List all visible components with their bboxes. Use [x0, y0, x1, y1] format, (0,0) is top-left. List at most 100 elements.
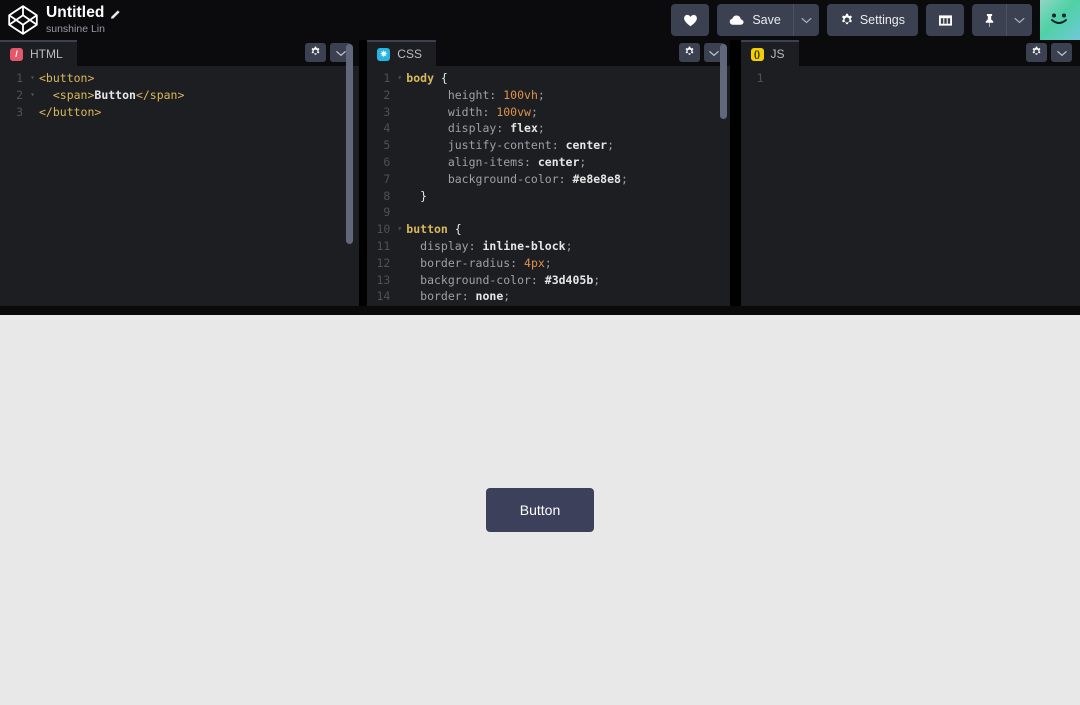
code-text: height: 100vh;: [406, 87, 545, 102]
code-text: background-color: #3d405b;: [406, 272, 601, 287]
pin-button[interactable]: [972, 4, 1006, 36]
line-number: 2: [383, 87, 391, 102]
code-line: 2 height: 100vh;: [367, 87, 732, 104]
page-title[interactable]: Untitled: [46, 5, 105, 22]
line-number: 5: [383, 138, 391, 153]
code-area-html[interactable]: 1 ▾ <button> 2 ▾ <span>Button</span> 3 </butto…: [0, 66, 359, 306]
pen-brand: Untitled sunshine Lin: [0, 3, 121, 37]
line-number: 3: [383, 104, 391, 119]
layout-grid-icon: [938, 14, 953, 27]
settings-label: Settings: [859, 13, 905, 27]
cloud-icon: [729, 14, 746, 26]
editor-row: / HTML 1 ▾ <button> 2 ▾ <span>Button</sp…: [0, 40, 1080, 306]
code-line: 12 border-radius: 4px;: [367, 255, 732, 272]
pane-actions-html: [305, 43, 352, 62]
settings-button[interactable]: Settings: [826, 4, 918, 36]
js-settings-button[interactable]: [1026, 43, 1047, 62]
html-icon: /: [10, 47, 23, 61]
save-button[interactable]: Save: [717, 4, 793, 36]
code-line: 5 justify-content: center;: [367, 137, 732, 154]
preview-iframe: Button: [0, 315, 1080, 705]
chevron-down-icon: [1014, 17, 1025, 24]
line-number: 13: [376, 272, 391, 287]
pin-dropdown-button[interactable]: [1006, 4, 1032, 36]
line-number: 1: [16, 71, 23, 85]
line-number: 8: [383, 188, 391, 203]
code-text: justify-content: center;: [406, 138, 615, 153]
avatar-face-icon: [1049, 12, 1071, 33]
fold-toggle-icon: [395, 204, 404, 221]
tab-js[interactable]: () JS: [740, 40, 799, 66]
html-scrollbar-thumb[interactable]: [346, 44, 354, 244]
code-area-css[interactable]: 1 ▾ body {2 height: 100vh; 3 width: 100vw; 4…: [367, 66, 732, 306]
code-area-js[interactable]: 1: [741, 66, 1080, 306]
pane-actions-js: [1026, 43, 1072, 62]
fold-toggle-icon: [395, 154, 404, 171]
save-dropdown-button[interactable]: [792, 4, 819, 36]
preview-button[interactable]: Button: [485, 488, 595, 532]
gear-icon: [840, 13, 854, 27]
fold-toggle-icon[interactable]: ▾: [28, 87, 37, 104]
fold-toggle-icon: [395, 238, 404, 255]
pencil-icon[interactable]: [110, 8, 121, 19]
fold-toggle-icon[interactable]: ▾: [395, 221, 404, 238]
code-line: 2 ▾ <span>Button</span>: [0, 87, 359, 104]
code-text: border-radius: 4px;: [406, 255, 552, 270]
fold-toggle-icon: [395, 255, 404, 272]
code-text: border: none;: [406, 289, 511, 304]
fold-toggle-icon: [395, 137, 404, 154]
editor-pane-html: / HTML 1 ▾ <button> 2 ▾ <span>Button</sp…: [0, 40, 360, 306]
line-number: 11: [376, 238, 391, 253]
chevron-down-icon: [801, 17, 812, 24]
css-scrollbar-thumb[interactable]: [719, 44, 727, 119]
line-number: 9: [383, 205, 391, 220]
pen-author[interactable]: sunshine Lin: [46, 23, 121, 35]
code-line: 1 ▾ <button>: [0, 70, 359, 87]
js-collapse-button[interactable]: [1051, 43, 1072, 62]
save-label: Save: [752, 13, 781, 27]
line-number: 7: [383, 171, 391, 186]
pin-button-group: [972, 4, 1032, 36]
fold-toggle-icon[interactable]: ▾: [395, 70, 404, 87]
code-line: 4 display: flex;: [367, 120, 732, 137]
fold-toggle-icon[interactable]: ▾: [28, 70, 37, 87]
chevron-down-icon: [336, 45, 346, 60]
code-line: 1 ▾ body {: [367, 70, 732, 87]
code-line: 1: [741, 70, 1080, 87]
line-number: 10: [376, 222, 391, 237]
code-text: display: flex;: [406, 121, 545, 136]
fold-toggle-icon: [395, 288, 404, 305]
code-text: body {: [406, 71, 448, 85]
code-line: 3 </button>: [0, 104, 359, 121]
love-button[interactable]: [671, 4, 710, 36]
avatar[interactable]: [1040, 0, 1080, 40]
code-line: 14 border: none;: [367, 288, 732, 305]
pane-header-css: ✷ CSS: [367, 40, 733, 66]
html-settings-button[interactable]: [305, 43, 327, 62]
code-line: 6 align-items: center;: [367, 154, 732, 171]
codepen-logo-icon[interactable]: [6, 3, 40, 37]
layout-button[interactable]: [926, 4, 964, 36]
code-line: 11 display: inline-block;: [367, 238, 732, 255]
css-icon: ✷: [377, 47, 391, 61]
tab-css[interactable]: ✷ CSS: [367, 40, 436, 66]
code-text: display: inline-block;: [406, 238, 573, 253]
heart-icon: [683, 13, 698, 28]
code-line: 9: [367, 204, 732, 221]
tab-html[interactable]: / HTML: [0, 40, 77, 66]
editor-pane-css: ✷ CSS 1 ▾ body {2 height: 100vh; 3 widt…: [367, 40, 733, 306]
pane-header-js: () JS: [740, 40, 1080, 66]
fold-toggle-icon: [395, 188, 404, 205]
chevron-down-icon: [709, 45, 719, 60]
fold-toggle-icon: [395, 272, 404, 289]
code-text: <button>: [39, 71, 95, 85]
divider-css-js[interactable]: [730, 40, 738, 306]
fold-toggle-icon: [395, 171, 404, 188]
tab-label-js: JS: [770, 47, 785, 61]
code-text: width: 100vw;: [406, 104, 538, 119]
css-settings-button[interactable]: [678, 43, 700, 62]
js-icon: (): [750, 47, 764, 61]
pane-actions-css: [678, 43, 725, 62]
code-text: button {: [406, 222, 462, 237]
